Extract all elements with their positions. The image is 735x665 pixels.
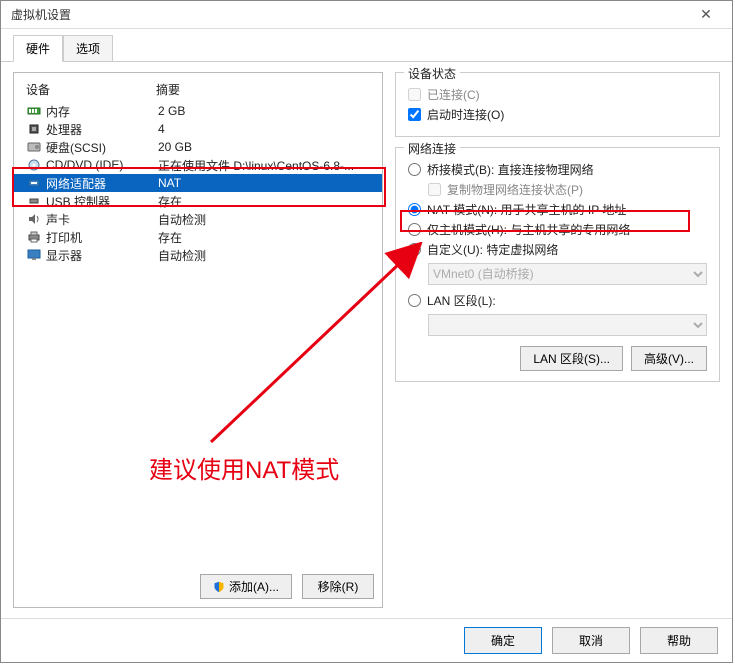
hdd-icon [26,140,42,154]
checkbox-connected-label: 已连接(C) [427,86,480,103]
content-area: 设备 摘要 内存2 GB处理器4硬盘(SCSI)20 GBCD/DVD (IDE… [1,62,732,618]
device-name: 处理器 [46,121,158,138]
device-table-header: 设备 摘要 [14,79,382,102]
tab-hardware[interactable]: 硬件 [13,35,63,62]
advanced-button[interactable]: 高级(V)... [631,346,707,371]
tab-strip: 硬件 选项 [1,29,732,62]
device-summary: 20 GB [158,140,370,154]
device-name: 显示器 [46,247,158,264]
memory-icon [26,104,42,118]
custom-combo-wrap: VMnet0 (自动桥接) [428,261,707,289]
printer-icon [26,230,42,244]
sound-icon [26,212,42,226]
device-name: 网络适配器 [46,175,158,192]
checkbox-replicate [428,183,441,196]
add-device-button[interactable]: 添加(A)... [200,574,292,599]
device-name: 硬盘(SCSI) [46,139,158,156]
device-row-disc[interactable]: CD/DVD (IDE)正在使用文件 D:\linux\CentOS-6.8-.… [14,156,382,174]
device-summary: 存在 [158,193,370,210]
radio-nat-label: NAT 模式(N): 用于共享主机的 IP 地址 [427,201,626,218]
device-summary: 4 [158,122,370,136]
device-summary: NAT [158,176,370,190]
radio-lan-row[interactable]: LAN 区段(L): [408,292,707,309]
device-summary: 自动检测 [158,247,370,264]
device-row-usb[interactable]: USB 控制器存在 [14,192,382,210]
radio-bridged-row[interactable]: 桥接模式(B): 直接连接物理网络 [408,161,707,178]
device-row-sound[interactable]: 声卡自动检测 [14,210,382,228]
device-name: 声卡 [46,211,158,228]
shield-icon [213,581,225,593]
checkbox-replicate-row: 复制物理网络连接状态(P) [428,181,707,198]
net-buttons-row: LAN 区段(S)... 高级(V)... [408,346,707,371]
col-device-header: 设备 [26,81,156,98]
close-icon[interactable]: ✕ [688,6,724,23]
checkbox-connect-on-power-row[interactable]: 启动时连接(O) [408,106,707,123]
right-panel: 设备状态 已连接(C) 启动时连接(O) 网络连接 桥接模式(B): 直接连接物… [395,72,720,608]
lan-combo-wrap [428,312,707,340]
titlebar: 虚拟机设置 ✕ [1,1,732,29]
radio-hostonly-label: 仅主机模式(H): 与主机共享的专用网络 [427,221,630,238]
device-row-nic[interactable]: 网络适配器NAT [14,174,382,192]
device-buttons-row: 添加(A)... 移除(R) [14,568,382,601]
device-name: CD/DVD (IDE) [46,158,158,172]
window-title: 虚拟机设置 [11,6,71,23]
radio-custom-label: 自定义(U): 特定虚拟网络 [427,241,558,258]
checkbox-connect-on-power[interactable] [408,108,421,121]
device-row-memory[interactable]: 内存2 GB [14,102,382,120]
vm-settings-window: 虚拟机设置 ✕ 硬件 选项 设备 摘要 内存2 GB处理器4硬盘(SCSI)20… [0,0,733,663]
checkbox-connected-row: 已连接(C) [408,86,707,103]
col-summary-header: 摘要 [156,81,180,98]
radio-lan-label: LAN 区段(L): [427,292,496,309]
device-summary: 正在使用文件 D:\linux\CentOS-6.8-... [158,157,370,174]
group-net-title: 网络连接 [404,140,460,157]
nic-icon [26,176,42,190]
tab-options[interactable]: 选项 [63,35,113,61]
custom-vmnet-combo: VMnet0 (自动桥接) [428,263,707,285]
dialog-footer: 确定 取消 帮助 [1,618,732,662]
radio-bridged[interactable] [408,163,421,176]
add-device-label: 添加(A)... [229,578,279,595]
display-icon [26,248,42,262]
radio-custom[interactable] [408,243,421,256]
device-summary: 自动检测 [158,211,370,228]
help-button[interactable]: 帮助 [640,627,718,654]
usb-icon [26,194,42,208]
device-table: 内存2 GB处理器4硬盘(SCSI)20 GBCD/DVD (IDE)正在使用文… [14,102,382,568]
device-summary: 存在 [158,229,370,246]
radio-hostonly[interactable] [408,223,421,236]
group-network-connection: 网络连接 桥接模式(B): 直接连接物理网络 复制物理网络连接状态(P) NAT… [395,147,720,382]
device-row-printer[interactable]: 打印机存在 [14,228,382,246]
remove-device-button[interactable]: 移除(R) [302,574,374,599]
device-summary: 2 GB [158,104,370,118]
device-name: 打印机 [46,229,158,246]
group-device-status: 设备状态 已连接(C) 启动时连接(O) [395,72,720,137]
device-row-hdd[interactable]: 硬盘(SCSI)20 GB [14,138,382,156]
radio-bridged-label: 桥接模式(B): 直接连接物理网络 [427,161,594,178]
disc-icon [26,158,42,172]
ok-button[interactable]: 确定 [464,627,542,654]
radio-nat[interactable] [408,203,421,216]
cancel-button[interactable]: 取消 [552,627,630,654]
device-row-display[interactable]: 显示器自动检测 [14,246,382,264]
device-list-panel: 设备 摘要 内存2 GB处理器4硬盘(SCSI)20 GBCD/DVD (IDE… [13,72,383,608]
radio-nat-row[interactable]: NAT 模式(N): 用于共享主机的 IP 地址 [408,201,707,218]
device-row-cpu[interactable]: 处理器4 [14,120,382,138]
group-status-title: 设备状态 [404,65,460,82]
device-name: USB 控制器 [46,193,158,210]
radio-custom-row[interactable]: 自定义(U): 特定虚拟网络 [408,241,707,258]
checkbox-connect-on-power-label: 启动时连接(O) [427,106,504,123]
lan-segments-button[interactable]: LAN 区段(S)... [520,346,623,371]
radio-lan-segment[interactable] [408,294,421,307]
device-name: 内存 [46,103,158,120]
lan-segment-combo [428,314,707,336]
cpu-icon [26,122,42,136]
checkbox-replicate-label: 复制物理网络连接状态(P) [447,181,583,198]
radio-hostonly-row[interactable]: 仅主机模式(H): 与主机共享的专用网络 [408,221,707,238]
checkbox-connected [408,88,421,101]
